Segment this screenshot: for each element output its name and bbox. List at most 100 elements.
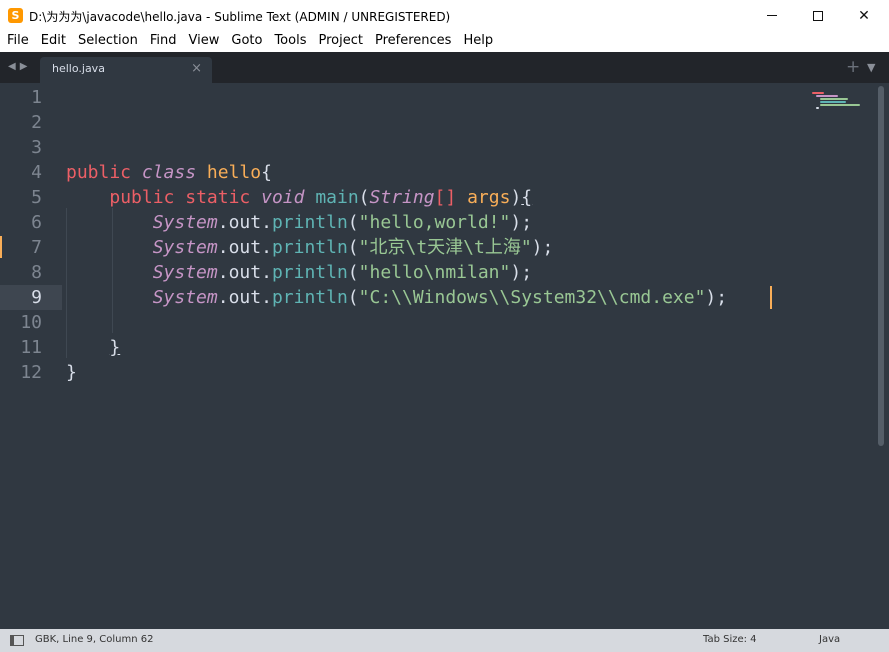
code-token: class bbox=[141, 162, 197, 183]
code-token: hello bbox=[206, 162, 262, 183]
code-line[interactable]: System.out.println("hello,world!"); bbox=[66, 210, 532, 235]
code-token: ); bbox=[531, 237, 554, 258]
sublime-app-icon: S bbox=[8, 8, 23, 23]
menu-project[interactable]: Project bbox=[312, 31, 368, 52]
menu-tools[interactable]: Tools bbox=[268, 31, 312, 52]
scrollbar-thumb[interactable] bbox=[878, 86, 884, 446]
tab-list-chevron-icon[interactable]: ▼ bbox=[867, 61, 875, 74]
code-token: } bbox=[109, 337, 121, 358]
code-line[interactable]: public class hello{ bbox=[66, 160, 272, 185]
title-bar[interactable]: S D:\为为为\javacode\hello.java - Sublime T… bbox=[0, 0, 889, 31]
menu-preferences[interactable]: Preferences bbox=[369, 31, 457, 52]
code-token: System bbox=[152, 237, 218, 258]
close-button[interactable]: ✕ bbox=[841, 0, 887, 31]
code-token: } bbox=[66, 362, 77, 383]
menu-file[interactable]: File bbox=[1, 31, 35, 52]
code-line[interactable]: } bbox=[66, 360, 77, 385]
menu-help[interactable]: Help bbox=[457, 31, 499, 52]
line-number: 11 bbox=[20, 337, 42, 358]
menu-selection[interactable]: Selection bbox=[72, 31, 144, 52]
maximize-button[interactable] bbox=[795, 0, 841, 31]
code-token: println bbox=[271, 212, 348, 233]
minimap-line bbox=[812, 92, 824, 94]
code-token: . bbox=[261, 287, 272, 308]
menu-edit[interactable]: Edit bbox=[35, 31, 72, 52]
code-token: "北京\t天津\t上海" bbox=[358, 237, 532, 258]
code-token: [] bbox=[434, 187, 457, 208]
code-line[interactable]: System.out.println("hello\nmilan"); bbox=[66, 260, 532, 285]
line-number: 7 bbox=[31, 237, 42, 258]
new-tab-plus-icon[interactable]: + bbox=[846, 57, 860, 77]
line-number: 8 bbox=[31, 262, 42, 283]
line-number: 4 bbox=[31, 162, 42, 183]
tab-size[interactable]: Tab Size: 4 bbox=[703, 634, 757, 645]
code-token: public bbox=[109, 187, 175, 208]
code-token: System bbox=[152, 262, 218, 283]
code-token: String bbox=[369, 187, 435, 208]
code-token: . bbox=[217, 287, 229, 308]
line-number: 2 bbox=[31, 112, 42, 133]
minimize-icon bbox=[767, 15, 777, 16]
menu-view[interactable]: View bbox=[183, 31, 226, 52]
code-token: ); bbox=[705, 287, 728, 308]
code-token: println bbox=[271, 237, 348, 258]
tab-hello-java[interactable]: hello.java × bbox=[40, 57, 212, 83]
code-token: { bbox=[521, 187, 533, 208]
menu-goto[interactable]: Goto bbox=[225, 31, 268, 52]
line-number: 12 bbox=[20, 362, 42, 383]
code-token: ( bbox=[358, 187, 370, 208]
line-number: 5 bbox=[31, 187, 42, 208]
syntax-mode[interactable]: Java bbox=[819, 634, 840, 645]
code-token: ( bbox=[347, 287, 359, 308]
minimap-line bbox=[820, 104, 860, 106]
line-number: 3 bbox=[31, 137, 42, 158]
minimap[interactable] bbox=[812, 91, 870, 111]
tab-close-icon[interactable]: × bbox=[191, 61, 202, 76]
code-token: ); bbox=[510, 262, 533, 283]
code-token: out bbox=[228, 287, 262, 308]
code-line[interactable]: System.out.println("C:\\Windows\\System3… bbox=[66, 285, 727, 310]
code-token: ) bbox=[510, 187, 522, 208]
code-token: out bbox=[228, 212, 262, 233]
code-token: "hello,world!" bbox=[358, 212, 511, 233]
code-token: "C:\\Windows\\System32\\cmd.exe" bbox=[358, 287, 706, 308]
window-title: D:\为为为\javacode\hello.java - Sublime Tex… bbox=[29, 10, 451, 24]
cursor-position[interactable]: GBK, Line 9, Column 62 bbox=[35, 634, 153, 645]
code-token: . bbox=[261, 212, 272, 233]
tab-nav-arrows-icon[interactable]: ◀▶ bbox=[8, 61, 31, 72]
code-token: System bbox=[152, 212, 218, 233]
toggle-panel-icon[interactable] bbox=[10, 635, 24, 646]
minimize-button[interactable] bbox=[749, 0, 795, 31]
code-editor[interactable]: 1 2 3 4 5 6 7 8 9 10 11 12 public class hello{ publ… bbox=[0, 83, 875, 629]
code-line[interactable]: } bbox=[66, 335, 120, 360]
code-token: public bbox=[66, 162, 132, 183]
code-token: ( bbox=[347, 262, 359, 283]
menu-find[interactable]: Find bbox=[144, 31, 183, 52]
code-token: ); bbox=[510, 212, 533, 233]
maximize-icon bbox=[813, 10, 823, 21]
code-token: { bbox=[261, 162, 272, 183]
menu-bar: File Edit Selection Find View Goto Tools… bbox=[0, 31, 889, 52]
code-token: . bbox=[217, 237, 229, 258]
minimap-line bbox=[816, 95, 838, 97]
code-token: . bbox=[261, 237, 272, 258]
text-cursor bbox=[770, 286, 772, 309]
minimap-line bbox=[820, 101, 846, 103]
code-token: main bbox=[315, 187, 359, 208]
status-bar: GBK, Line 9, Column 62 Tab Size: 4 Java bbox=[0, 629, 889, 652]
code-token: . bbox=[217, 212, 229, 233]
code-line[interactable]: public static void main(String[] args){ bbox=[66, 185, 532, 210]
code-token: ( bbox=[347, 212, 359, 233]
line-number: 10 bbox=[20, 312, 42, 333]
code-line[interactable]: System.out.println("北京\t天津\t上海"); bbox=[66, 235, 554, 260]
code-token: ( bbox=[347, 237, 359, 258]
